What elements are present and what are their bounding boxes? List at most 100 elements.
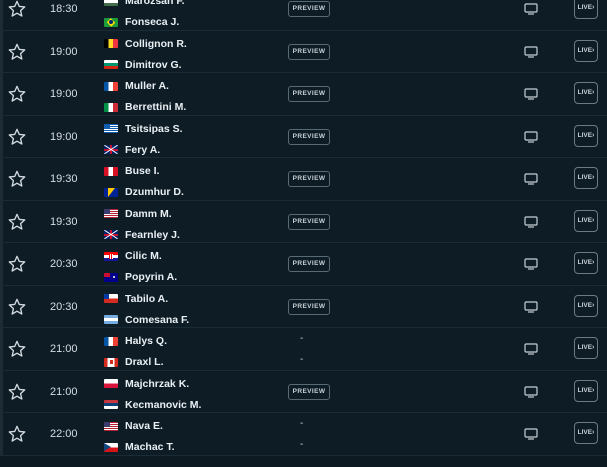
tv-icon[interactable] [524,88,538,100]
match-row[interactable]: 18:30 Marozsan F. Fonseca J. PREVIEW LIVE› [0,0,607,31]
player-away[interactable]: Dimitrov G. [104,58,182,72]
player-home[interactable]: Cilic M. [104,249,162,263]
argentina-flag-icon [104,315,118,324]
match-row[interactable]: 20:30 Cilic M. Popyrin A. PREVIEW LIVE› [0,243,607,286]
tv-icon[interactable] [524,3,538,15]
row-rail [0,370,3,412]
star-outline-icon[interactable] [7,127,27,147]
match-time: 19:00 [50,88,78,100]
star-outline-icon[interactable] [7,254,27,274]
live-button[interactable]: LIVE› [574,337,598,359]
match-row[interactable]: 21:00 Majchrzak K. Kecmanovic M. PREVIEW LIV… [0,370,607,413]
preview-button[interactable]: PREVIEW [288,43,330,60]
player-away[interactable]: Kecmanovic M. [104,398,201,412]
preview-button[interactable]: PREVIEW [288,171,330,187]
tv-icon[interactable] [524,258,538,270]
player-home[interactable]: Halys Q. [104,334,167,348]
player-home[interactable]: Majchrzak K. [104,377,189,391]
player-name: Majchrzak K. [125,377,190,390]
player-name: Fonseca J. [125,16,180,28]
usa-flag-icon [104,209,118,218]
player-away[interactable]: Machac T. [104,440,175,454]
star-outline-icon[interactable] [7,169,27,189]
player-name: Halys Q. [125,335,168,347]
star-outline-icon[interactable] [7,212,27,232]
match-row[interactable]: 19:30 Buse I. Dzumhur D. PREVIEW LIVE› [0,158,607,201]
live-button[interactable]: LIVE› [574,124,598,147]
live-arrow-icon: › [592,216,595,224]
preview-button[interactable]: PREVIEW [288,383,330,400]
live-button[interactable]: LIVE› [574,252,598,274]
canada-flag-icon [104,357,118,367]
star-outline-icon[interactable] [7,339,27,359]
player-away[interactable]: Fearnley J. [104,228,180,242]
tv-icon[interactable] [524,385,538,398]
player-away[interactable]: Berrettini M. [104,100,186,114]
player-home[interactable]: Muller A. [104,79,169,93]
match-row[interactable]: 21:00 Halys Q. Draxl L. - - LIVE› [0,328,607,371]
player-home[interactable]: Marozsan F. [104,0,185,8]
tv-icon[interactable] [524,215,538,228]
star-outline-icon[interactable] [7,424,27,444]
player-away[interactable]: Fonseca J. [104,15,179,29]
star-outline-icon[interactable] [7,84,27,104]
player-away[interactable]: Dzumhur D. [104,185,184,199]
preview-button[interactable]: PREVIEW [288,1,330,17]
tv-icon[interactable] [524,343,538,355]
preview-button[interactable]: PREVIEW [288,128,330,145]
player-away[interactable]: Draxl L. [104,355,164,369]
match-row[interactable]: 19:00 Tsitsipas S. Fery A. PREVIEW LIVE› [0,115,607,158]
live-button[interactable]: LIVE› [574,209,598,232]
match-time: 18:30 [50,3,78,15]
live-button[interactable]: LIVE› [574,0,598,19]
player-home[interactable]: Tsitsipas S. [104,122,183,136]
live-arrow-icon: › [592,386,595,394]
row-rail [0,30,3,72]
live-label: LIVE [577,4,593,11]
player-away[interactable]: Comesana F. [104,313,189,327]
live-label: LIVE [577,301,593,309]
match-row[interactable]: 22:00 Nava E. Machac T. - - LIVE› [0,413,607,456]
tv-icon[interactable] [524,173,538,185]
player-name: Comesana F. [125,313,190,326]
peru-flag-icon [104,166,118,176]
player-name: Cilic M. [125,250,162,262]
match-time: 20:30 [50,300,78,313]
player-home[interactable]: Collignon R. [104,37,187,51]
bosnia-flag-icon [104,187,118,197]
player-home[interactable]: Buse I. [104,164,159,178]
player-name: Fearnley J. [125,228,180,241]
player-home[interactable]: Nava E. [104,419,163,433]
preview-button[interactable]: PREVIEW [288,86,330,102]
live-button[interactable]: LIVE› [574,167,598,189]
player-name: Damm M. [125,207,172,220]
match-time: 20:30 [50,258,78,270]
live-button[interactable]: LIVE› [574,82,598,104]
tv-icon[interactable] [524,428,538,440]
player-home[interactable]: Damm M. [104,207,172,221]
player-away[interactable]: Popyrin A. [104,270,177,284]
tv-icon[interactable] [524,300,538,313]
match-row[interactable]: 19:30 Damm M. Fearnley J. PREVIEW LIVE› [0,200,607,243]
live-button[interactable]: LIVE› [574,39,598,62]
preview-button[interactable]: PREVIEW [288,298,330,315]
match-row[interactable]: 19:00 Collignon R. Dimitrov G. PREVIEW LIVE› [0,30,607,73]
match-row[interactable]: 19:00 Muller A. Berrettini M. PREVIEW LIVE› [0,73,607,116]
star-outline-icon[interactable] [7,382,27,402]
star-outline-icon[interactable] [7,0,27,19]
star-outline-icon[interactable] [7,297,27,317]
tv-icon[interactable] [524,130,538,143]
preview-button[interactable]: PREVIEW [288,256,330,272]
preview-button[interactable]: PREVIEW [288,213,330,230]
row-rail [0,0,3,30]
live-button[interactable]: LIVE› [574,379,598,402]
tv-icon[interactable] [524,45,538,58]
match-row[interactable]: 20:30 Tabilo A. Comesana F. PREVIEW LIVE› [0,285,607,328]
star-outline-icon[interactable] [7,42,27,62]
player-home[interactable]: Tabilo A. [104,292,168,306]
player-away[interactable]: Fery A. [104,143,160,157]
live-button[interactable]: LIVE› [574,294,598,317]
uk-flag-icon [104,230,118,239]
row-rail [0,115,3,157]
live-button[interactable]: LIVE› [574,422,598,444]
